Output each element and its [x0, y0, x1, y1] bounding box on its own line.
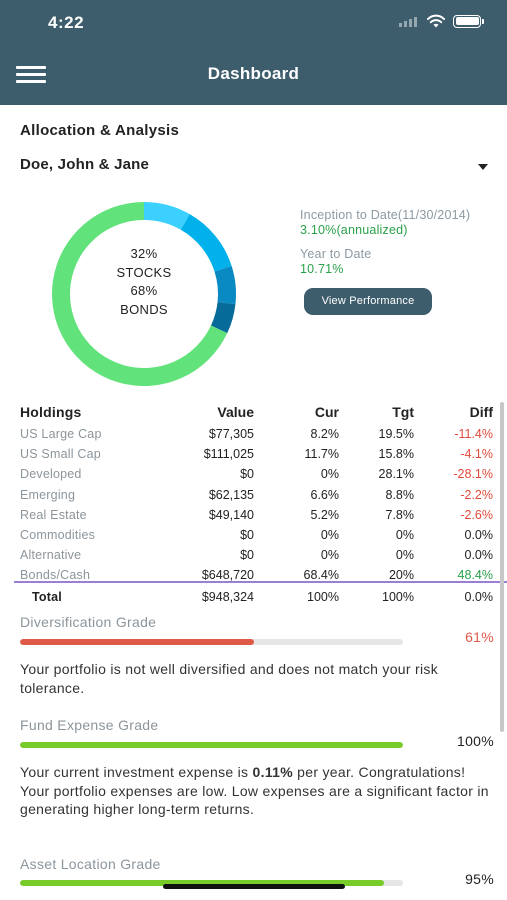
- table-row: Real Estate $49,140 5.2% 7.8% -2.6%: [0, 505, 507, 525]
- holding-diff: -2.6%: [460, 507, 493, 522]
- dropdown-caret-icon: [478, 164, 488, 170]
- battery-icon: [453, 14, 484, 28]
- total-tgt: 100%: [382, 590, 414, 604]
- home-indicator: [163, 884, 345, 889]
- fund-expense-grade-title: Fund Expense Grade: [20, 717, 159, 733]
- holding-value: $77,305: [208, 427, 254, 441]
- cellular-signal-icon: [399, 15, 419, 27]
- holding-value: $49,140: [208, 507, 254, 522]
- allocation-donut: 32% STOCKS 68% BONDS: [30, 200, 258, 388]
- fund-expense-grade-text: Your current investment expense is 0.11%…: [20, 763, 490, 819]
- stocks-percent: 32%: [130, 246, 158, 261]
- holding-diff: -4.1%: [460, 447, 493, 462]
- holding-tgt: 19.5%: [378, 427, 414, 441]
- view-performance-button[interactable]: View Performance: [304, 288, 432, 315]
- holding-name: Commodities: [20, 527, 96, 542]
- holding-name: Real Estate: [20, 507, 87, 522]
- header-tgt: Tgt: [392, 404, 414, 420]
- holding-diff: -28.1%: [453, 467, 493, 482]
- holding-value: $111,025: [203, 447, 254, 462]
- diversification-grade-bar: [20, 639, 403, 645]
- holding-value: $0: [240, 548, 254, 563]
- holding-name: US Large Cap: [20, 427, 102, 441]
- table-divider: [14, 581, 507, 583]
- holding-tgt: 15.8%: [378, 447, 414, 462]
- scrollbar[interactable]: [500, 402, 504, 732]
- total-diff: 0.0%: [464, 590, 494, 604]
- page-title: Dashboard: [207, 64, 300, 83]
- performance-panel: Inception to Date(11/30/2014) 3.10%(annu…: [300, 208, 507, 315]
- ytd-value: 10.71%: [300, 262, 344, 276]
- table-row: Commodities $0 0% 0% 0.0%: [0, 525, 507, 545]
- holding-cur: 0%: [320, 527, 339, 542]
- holding-name: Emerging: [20, 487, 76, 502]
- fund-expense-grade-percent: 100%: [456, 733, 494, 749]
- status-time: 4:22: [48, 13, 85, 32]
- wifi-icon: [427, 14, 445, 28]
- section-title: Allocation & Analysis: [20, 122, 180, 139]
- holding-tgt: 7.8%: [385, 507, 415, 522]
- diversification-grade-percent: 61%: [465, 629, 494, 645]
- holdings-header-row: Holdings Value Cur Tgt Diff: [0, 402, 507, 424]
- header-diff: Diff: [469, 404, 493, 420]
- fund-expense-grade-bar: [20, 742, 403, 748]
- table-row: Alternative $0 0% 0% 0.0%: [0, 545, 507, 565]
- client-selector[interactable]: Doe, John & Jane: [20, 156, 490, 178]
- total-cur: 100%: [307, 590, 339, 604]
- holding-value: $0: [240, 527, 254, 542]
- holding-value: $62,135: [208, 487, 254, 502]
- table-row: US Small Cap $111,025 11.7% 15.8% -4.1%: [0, 444, 507, 464]
- diversification-grade-fill: [20, 639, 254, 645]
- header-holdings: Holdings: [20, 404, 82, 420]
- holding-value: $0: [240, 467, 254, 482]
- total-label: Total: [32, 590, 62, 604]
- diversification-grade-text: Your portfolio is not well diversified a…: [20, 661, 439, 696]
- holding-cur: 11.7%: [304, 447, 339, 462]
- holding-cur: 6.6%: [310, 487, 340, 502]
- stocks-segment-1: [144, 202, 190, 230]
- fund-expense-grade-fill: [20, 742, 403, 748]
- inception-value: 3.10%(annualized): [300, 223, 408, 237]
- asset-location-grade-percent: 95%: [465, 871, 494, 887]
- holding-tgt: 8.8%: [385, 487, 415, 502]
- client-name: Doe, John & Jane: [20, 156, 150, 173]
- holding-tgt: 0%: [395, 527, 414, 542]
- holding-cur: 8.2%: [310, 427, 340, 441]
- holding-cur: 0%: [320, 548, 339, 563]
- holding-cur: 5.2%: [310, 507, 340, 522]
- status-icons: [399, 14, 484, 28]
- table-row: Emerging $62,135 6.6% 8.8% -2.2%: [0, 485, 507, 505]
- holding-name: Alternative: [20, 548, 82, 563]
- holding-diff: 0.0%: [464, 527, 494, 542]
- holding-diff: -2.2%: [460, 487, 493, 502]
- fund-expense-rate: 0.11%: [252, 764, 293, 780]
- fund-expense-text-before: Your current investment expense is: [20, 764, 253, 780]
- bonds-percent: 68%: [130, 283, 158, 298]
- holdings-total-row: Total $948,324 100% 100% 0.0%: [0, 588, 507, 608]
- asset-location-grade-title: Asset Location Grade: [20, 856, 161, 872]
- total-value: $948,324: [201, 590, 254, 604]
- table-row: Developed $0 0% 28.1% -28.1%: [0, 464, 507, 484]
- bonds-label: BONDS: [120, 301, 168, 317]
- holding-cur: 0%: [320, 467, 339, 482]
- stocks-label: STOCKS: [116, 264, 172, 280]
- app-header: 4:22 Dashboard: [0, 0, 507, 105]
- holding-diff: 0.0%: [464, 548, 494, 563]
- table-row: US Large Cap $77,305 8.2% 19.5% -11.4%: [0, 424, 507, 444]
- holdings-table: Holdings Value Cur Tgt Diff US Large Cap…: [0, 402, 507, 586]
- diversification-grade-title: Diversification Grade: [20, 614, 157, 630]
- holding-name: Developed: [20, 467, 82, 482]
- holding-diff: -11.4%: [454, 427, 493, 441]
- inception-label: Inception to Date(11/30/2014): [300, 208, 471, 222]
- donut-center-label: 32% STOCKS 68% BONDS: [30, 245, 258, 319]
- header-cur: Cur: [314, 404, 339, 420]
- header-value: Value: [217, 404, 254, 420]
- holding-tgt: 0%: [395, 548, 414, 563]
- ytd-label: Year to Date: [300, 247, 372, 261]
- holding-tgt: 28.1%: [378, 467, 414, 482]
- holding-name: US Small Cap: [20, 447, 101, 462]
